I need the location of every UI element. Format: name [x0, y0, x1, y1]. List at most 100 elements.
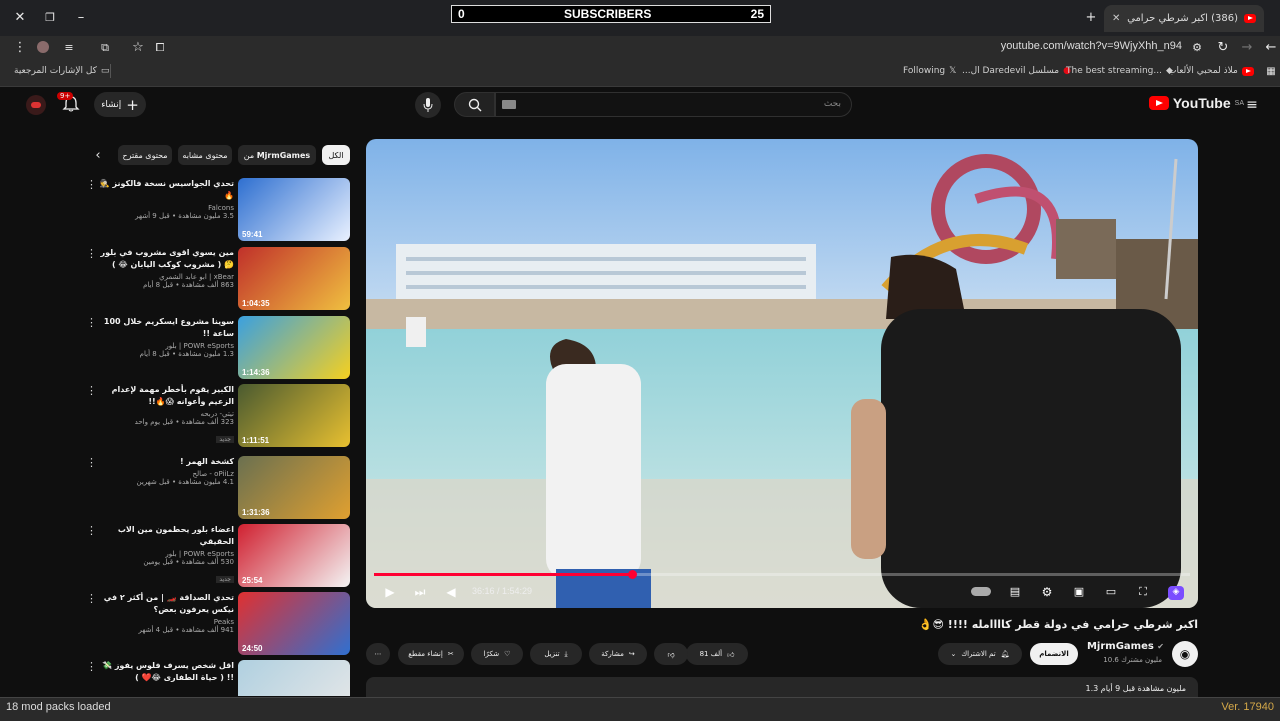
channel-name[interactable]: تيتي- دربحه	[94, 410, 234, 418]
thumbnail[interactable]: 24:50	[238, 592, 350, 655]
browser-tab[interactable]: ✕ (386) اكبر شرطي حرامي في دولة	[1104, 5, 1264, 32]
subscribed-button[interactable]: ⌄ تم الاشتراك 🔔︎	[938, 643, 1022, 665]
more-vertical-icon[interactable]: ⋮	[86, 384, 97, 397]
more-vertical-icon[interactable]: ⋮	[86, 178, 97, 191]
url-text[interactable]: youtube.com/watch?v=9WjyXhh_n94	[1001, 40, 1182, 52]
share-button[interactable]: مشاركة ↪	[589, 643, 647, 665]
tab-close-icon[interactable]: ✕	[1112, 13, 1120, 24]
more-vertical-icon[interactable]: ⋮	[86, 247, 97, 260]
settings-gear-icon[interactable]: ⚙	[1040, 586, 1054, 598]
list-item[interactable]: 1:11:51 الكبير يقوم بأخطر مهمة لإعدام ال…	[86, 384, 352, 448]
channel-name[interactable]: oPiiLz - صالح	[94, 470, 234, 478]
list-item[interactable]: 25:54 اعضاء بلور يحطمون مين الاب الحقيقي…	[86, 524, 352, 588]
media-control-icon[interactable]: ≡	[61, 40, 77, 56]
play-icon[interactable]: ▶	[383, 586, 397, 598]
more-actions-button[interactable]: ⋯	[366, 643, 390, 665]
video-title[interactable]: الكبير يقوم بأخطر مهمة لإعدام الزعيم وأع…	[94, 384, 234, 408]
keyboard-icon[interactable]	[502, 100, 516, 109]
channel-name[interactable]: Falcons	[94, 204, 234, 212]
fullscreen-icon[interactable]: ⛶	[1136, 586, 1150, 598]
list-item[interactable]: 59:41 تحدي الجواسيس نسخة فالكونز 🕵️🔥 Falc…	[86, 178, 352, 242]
channel-name[interactable]: POWR eSports | بلور	[94, 550, 234, 558]
video-player[interactable]	[366, 139, 1198, 608]
subtitles-icon[interactable]: ▤	[1008, 586, 1022, 598]
chip-recommended[interactable]: محتوى مقترح	[118, 145, 172, 165]
back-arrow-icon[interactable]: ←	[1263, 40, 1279, 56]
bookmark-star-icon[interactable]: ☆	[130, 40, 146, 56]
account-avatar[interactable]	[26, 95, 46, 115]
chip-from-channel[interactable]: من MjrmGames	[238, 145, 316, 165]
join-button[interactable]: الانضمام	[1030, 643, 1078, 665]
thumbnail[interactable]: 59:41	[238, 178, 350, 241]
minimize-icon[interactable]: –	[73, 10, 89, 26]
channel-name[interactable]: Peaks	[94, 618, 234, 626]
video-title[interactable]: تحدي الجواسيس نسخة فالكونز 🕵️🔥	[94, 178, 234, 202]
volume-icon[interactable]: ◀	[444, 586, 458, 598]
next-icon[interactable]: ⏭	[413, 586, 427, 598]
thumbnail[interactable]: 1:11:51	[238, 384, 350, 447]
bookmark-streaming[interactable]: The best streaming... ◆	[1066, 66, 1173, 76]
video-title[interactable]: اقل شخص يسرف فلوس يفوز 💸 !! ( حياة الطفا…	[94, 660, 234, 684]
channel-name[interactable]: xBear | ابو عابد الشمري	[94, 273, 234, 281]
close-icon[interactable]: ✕	[12, 10, 28, 26]
theater-mode-icon[interactable]: ▭	[1104, 586, 1118, 598]
list-item[interactable]: 24:50 تحدي الصداقة 🏎️ | من أكثر ٢ في نيك…	[86, 592, 352, 656]
video-title[interactable]: تحدي الصداقة 🏎️ | من أكثر ٢ في نيكس يعرف…	[94, 592, 234, 616]
clip-button[interactable]: إنشاء مقطع ✂	[398, 643, 464, 665]
apps-grid-icon[interactable]: ▦	[1263, 64, 1279, 80]
channel-name[interactable]: MjrmGames ✔	[1087, 641, 1164, 652]
download-button[interactable]: تنزيل ⤓	[530, 643, 582, 665]
create-button[interactable]: إنشاء +	[94, 92, 146, 117]
search-button[interactable]	[454, 92, 495, 117]
install-app-icon[interactable]: ⧠	[152, 40, 168, 56]
video-title[interactable]: سوينا مشروع ايسكريم خلال 100 ساعة !!	[94, 316, 234, 340]
list-item[interactable]: 1:04:35 مين يسوي اقوى مشروب في بلور 🤔 ( …	[86, 247, 352, 311]
bookmark-following[interactable]: Following 𝕏	[903, 66, 956, 76]
thumbnail[interactable]: 1:04:35	[238, 247, 350, 310]
miniplayer-icon[interactable]: ▣	[1072, 586, 1086, 598]
search-input[interactable]: بحث	[495, 92, 852, 117]
all-bookmarks[interactable]: كل الإشارات المرجعية ▭	[14, 66, 109, 76]
reload-icon[interactable]: ↻	[1215, 40, 1231, 56]
youtube-logo[interactable]: YouTube SA	[1148, 95, 1244, 111]
menu-dots-icon[interactable]: ⋮	[12, 40, 28, 56]
thumbnail[interactable]: 1:31:36	[238, 456, 350, 519]
chevron-left-icon[interactable]: ‹	[90, 148, 106, 164]
video-title[interactable]: اعضاء بلور يحطمون مين الاب الحقيقي	[94, 524, 234, 548]
video-title[interactable]: كشخة الهمر !	[94, 456, 234, 468]
more-vertical-icon[interactable]: ⋮	[86, 456, 97, 469]
more-vertical-icon[interactable]: ⋮	[86, 660, 97, 673]
thumbnail[interactable]	[238, 660, 350, 696]
new-tab-icon[interactable]: +	[1083, 10, 1099, 26]
forward-arrow-icon[interactable]: →	[1239, 40, 1255, 56]
notifications-button[interactable]: 9+	[57, 92, 80, 113]
site-settings-icon[interactable]: ⚙	[1189, 40, 1205, 56]
list-item[interactable]: 1:14:36 سوينا مشروع ايسكريم خلال 100 ساع…	[86, 316, 352, 380]
channel-avatar[interactable]: ◉	[1172, 641, 1198, 667]
restore-icon[interactable]: ❐	[42, 10, 58, 26]
list-item[interactable]: 1:31:36 كشخة الهمر ! oPiiLz - صالح 4.1 ملي…	[86, 456, 352, 520]
progress-scrubber[interactable]	[627, 570, 637, 579]
more-vertical-icon[interactable]: ⋮	[86, 524, 97, 537]
hamburger-menu-icon[interactable]: ≡	[1244, 97, 1260, 113]
dislike-button[interactable]: 👎︎	[654, 643, 688, 665]
more-vertical-icon[interactable]: ⋮	[86, 592, 97, 605]
channel-name[interactable]: POWR eSports | بلور	[94, 342, 234, 350]
autoplay-toggle-icon[interactable]	[970, 586, 992, 598]
extensions-icon[interactable]: ⧉	[97, 40, 113, 56]
chip-all[interactable]: الكل	[322, 145, 350, 165]
profile-avatar[interactable]	[37, 41, 49, 53]
extension-overlay-icon[interactable]: ◈	[1168, 586, 1184, 600]
thanks-button[interactable]: شكرًا ♡	[471, 643, 523, 665]
description-box[interactable]	[366, 677, 1198, 697]
video-title[interactable]: مين يسوي اقوى مشروب في بلور 🤔 ( مشروب كو…	[94, 247, 234, 271]
more-vertical-icon[interactable]: ⋮	[86, 316, 97, 329]
voice-search-button[interactable]	[415, 92, 441, 118]
like-button[interactable]: 81 ألف 👍︎	[686, 643, 748, 665]
thumbnail[interactable]: 25:54	[238, 524, 350, 587]
chip-related[interactable]: محتوى مشابه	[178, 145, 232, 165]
thumbnail[interactable]: 1:14:36	[238, 316, 350, 379]
list-item[interactable]: اقل شخص يسرف فلوس يفوز 💸 !! ( حياة الطفا…	[86, 660, 352, 696]
bookmark-games[interactable]: ملاذ لمحبي الألعاب	[1168, 66, 1254, 76]
bookmark-daredevil[interactable]: مسلسل Daredevil ال... ●	[962, 66, 1071, 76]
